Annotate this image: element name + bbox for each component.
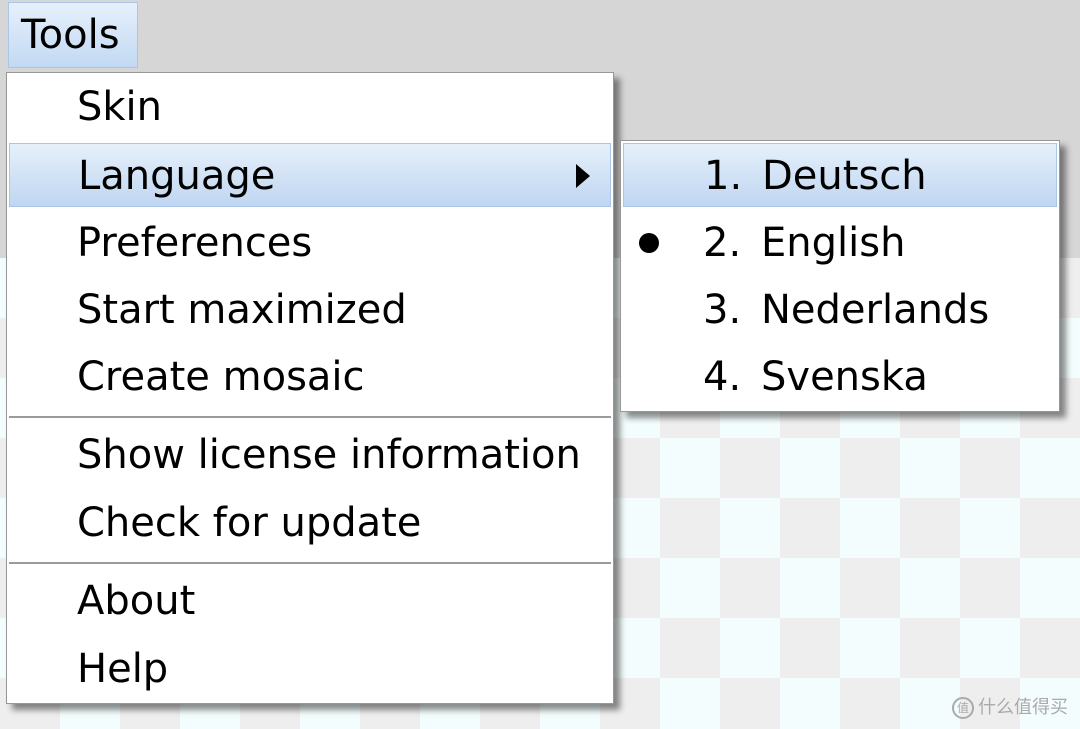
language-item-number: 2.	[703, 220, 742, 266]
language-item-svenska[interactable]: 4. Svenska	[623, 345, 1057, 409]
menu-item-label: Show license information	[77, 432, 581, 478]
menu-item-label: Language	[78, 153, 276, 199]
menu-item-label: Check for update	[77, 500, 422, 546]
watermark-text: 什么值得买	[978, 697, 1068, 718]
submenu-arrow-icon	[576, 164, 590, 188]
language-item-label: Deutsch	[762, 153, 927, 199]
watermark-logo-icon: 值	[952, 697, 974, 719]
menu-item-language[interactable]: Language	[9, 143, 611, 207]
menu-item-start-maximized[interactable]: Start maximized	[9, 278, 611, 342]
language-item-deutsch[interactable]: 1. Deutsch	[623, 143, 1057, 207]
menu-item-about[interactable]: About	[9, 569, 611, 633]
menu-item-label: Start maximized	[77, 287, 407, 333]
selected-bullet-icon	[639, 233, 659, 253]
menu-separator	[9, 562, 611, 564]
menu-item-check-update[interactable]: Check for update	[9, 491, 611, 555]
watermark: 值什么值得买	[952, 693, 1068, 719]
menu-item-label: Help	[77, 646, 169, 692]
menu-item-label: Preferences	[77, 220, 313, 266]
language-item-number: 3.	[703, 287, 742, 333]
language-item-label: English	[761, 220, 906, 266]
language-item-number: 1.	[704, 153, 743, 199]
menu-item-create-mosaic[interactable]: Create mosaic	[9, 345, 611, 409]
language-item-label: Nederlands	[761, 287, 990, 333]
menu-item-skin[interactable]: Skin	[9, 75, 611, 139]
menu-item-label: About	[77, 578, 196, 624]
menu-item-preferences[interactable]: Preferences	[9, 211, 611, 275]
menu-item-label: Skin	[77, 84, 163, 130]
menu-tools[interactable]: Tools	[8, 2, 138, 68]
language-item-label: Svenska	[761, 354, 928, 400]
language-item-nederlands[interactable]: 3. Nederlands	[623, 278, 1057, 342]
language-item-english[interactable]: 2. English	[623, 211, 1057, 275]
language-item-number: 4.	[703, 354, 742, 400]
language-submenu: 1. Deutsch 2. English 3. Nederlands 4. S…	[620, 140, 1060, 412]
menu-item-show-license[interactable]: Show license information	[9, 423, 611, 487]
menu-item-help[interactable]: Help	[9, 637, 611, 701]
tools-dropdown-menu: Skin Language Preferences Start maximize…	[6, 72, 614, 704]
menu-item-label: Create mosaic	[77, 354, 365, 400]
menu-separator	[9, 416, 611, 418]
